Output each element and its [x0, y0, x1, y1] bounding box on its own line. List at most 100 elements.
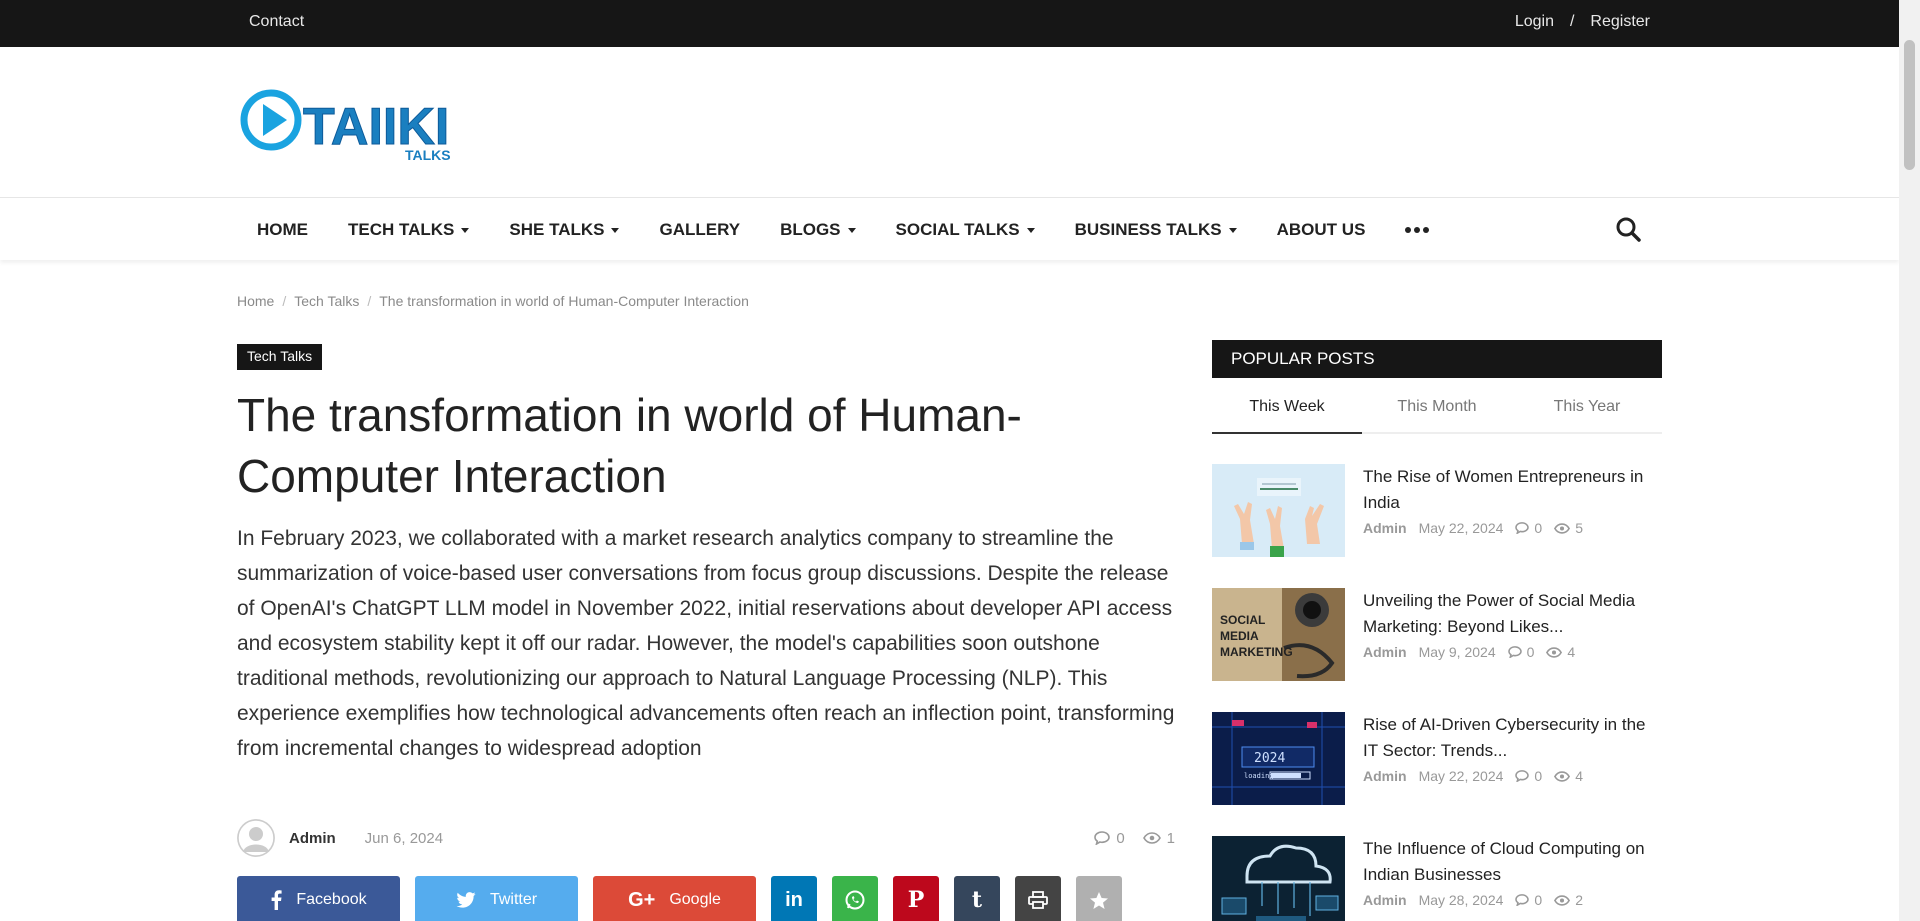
post-thumbnail[interactable] — [1212, 464, 1345, 557]
nav-label: TECH TALKS — [348, 219, 455, 239]
tab-this-month[interactable]: This Month — [1362, 390, 1512, 432]
breadcrumb-current: The transformation in world of Human-Com… — [379, 293, 749, 309]
comments-value: 0 — [1534, 768, 1543, 784]
login-link[interactable]: Login — [1515, 13, 1554, 31]
post-views: 2 — [1554, 892, 1583, 908]
view-count-value: 1 — [1166, 829, 1175, 847]
nav-item-she-talks[interactable]: SHE TALKS — [489, 198, 639, 261]
popular-posts-tabs: This Week This Month This Year — [1212, 390, 1662, 434]
comment-count: 0 — [1094, 829, 1125, 847]
post-meta: Admin May 22, 2024 0 4 — [1363, 768, 1662, 784]
post-author[interactable]: Admin — [1363, 768, 1407, 784]
tumblr-icon: t — [971, 887, 983, 913]
share-facebook-button[interactable]: Facebook — [237, 876, 400, 921]
publish-date: Jun 6, 2024 — [364, 829, 444, 847]
post-thumbnail[interactable]: SOCIAL MEDIA MARKETING — [1212, 588, 1345, 681]
comments-value: 0 — [1534, 520, 1543, 536]
popular-post-item[interactable]: The Influence of Cloud Computing on Indi… — [1212, 836, 1662, 921]
comment-icon — [1515, 770, 1530, 782]
nav-item-social-talks[interactable]: SOCIAL TALKS — [876, 198, 1055, 261]
caret-down-icon — [461, 228, 470, 233]
views-value: 4 — [1575, 768, 1583, 784]
contact-link[interactable]: Contact — [249, 13, 304, 31]
eye-icon — [1546, 646, 1563, 658]
scrollbar-thumb[interactable] — [1904, 40, 1915, 170]
post-title[interactable]: The Rise of Women Entrepreneurs in India — [1363, 464, 1662, 516]
post-body: The Influence of Cloud Computing on Indi… — [1363, 836, 1662, 921]
print-icon — [1028, 891, 1048, 909]
logo-subtext: TALKS — [405, 147, 451, 163]
auth-separator: / — [1569, 13, 1575, 30]
breadcrumb: Home / Tech Talks / The transformation i… — [237, 293, 749, 309]
share-whatsapp-button[interactable] — [832, 876, 878, 921]
post-thumbnail[interactable]: 2024 loading — [1212, 712, 1345, 805]
post-body: The Rise of Women Entrepreneurs in India… — [1363, 464, 1662, 588]
nav-menu: HOME TECH TALKS SHE TALKS GALLERY BLOGS … — [237, 198, 1449, 261]
nav-item-about-us[interactable]: ABOUT US — [1257, 198, 1386, 261]
search-button[interactable] — [1614, 215, 1642, 243]
share-tumblr-button[interactable]: t — [954, 876, 1000, 921]
pinterest-icon: P — [907, 887, 925, 913]
comments-value: 0 — [1534, 892, 1543, 908]
popular-post-item[interactable]: 2024 loading Rise of AI-Driven Cybersecu… — [1212, 712, 1662, 836]
post-thumbnail[interactable] — [1212, 836, 1345, 921]
svg-text:MEDIA: MEDIA — [1220, 629, 1259, 643]
share-linkedin-button[interactable]: in — [771, 876, 817, 921]
search-icon — [1616, 217, 1641, 242]
caret-down-icon — [1026, 228, 1035, 233]
category-badge[interactable]: Tech Talks — [237, 344, 323, 370]
post-title[interactable]: Unveiling the Power of Social Media Mark… — [1363, 588, 1662, 640]
popular-posts-heading: POPULAR POSTS — [1212, 340, 1662, 378]
share-pinterest-button[interactable]: P — [893, 876, 939, 921]
comment-count-value: 0 — [1116, 829, 1125, 847]
share-twitter-button[interactable]: Twitter — [415, 876, 578, 921]
post-title[interactable]: Rise of AI-Driven Cybersecurity in the I… — [1363, 712, 1662, 764]
print-button[interactable] — [1015, 876, 1061, 921]
popular-post-item[interactable]: SOCIAL MEDIA MARKETING Unveiling the Pow… — [1212, 588, 1662, 712]
tab-this-week[interactable]: This Week — [1212, 390, 1362, 434]
breadcrumb-category[interactable]: Tech Talks — [294, 293, 359, 309]
svg-text:2024: 2024 — [1254, 751, 1285, 766]
register-link[interactable]: Register — [1590, 13, 1650, 31]
post-title[interactable]: The Influence of Cloud Computing on Indi… — [1363, 836, 1662, 888]
article-stats: 0 1 — [1094, 830, 1175, 847]
breadcrumb-separator: / — [367, 293, 372, 309]
nav-label: GALLERY — [659, 219, 741, 239]
nav-item-business-talks[interactable]: BUSINESS TALKS — [1055, 198, 1257, 261]
nav-more-button[interactable] — [1385, 198, 1449, 261]
eye-icon — [1142, 832, 1161, 844]
nav-item-tech-talks[interactable]: TECH TALKS — [328, 198, 489, 261]
post-author[interactable]: Admin — [1363, 520, 1407, 536]
nav-item-gallery[interactable]: GALLERY — [639, 198, 760, 261]
whatsapp-icon — [845, 890, 865, 910]
author-name[interactable]: Admin — [289, 830, 336, 847]
breadcrumb-home[interactable]: Home — [237, 293, 274, 309]
post-meta: Admin May 28, 2024 0 2 — [1363, 892, 1662, 908]
main-navigation: HOME TECH TALKS SHE TALKS GALLERY BLOGS … — [0, 197, 1899, 260]
article-meta: Admin Jun 6, 2024 0 1 — [237, 818, 1175, 858]
favorite-button[interactable] — [1076, 876, 1122, 921]
post-date: May 22, 2024 — [1418, 768, 1504, 784]
page-scrollbar[interactable] — [1899, 0, 1920, 921]
twitter-icon — [456, 892, 476, 908]
post-author[interactable]: Admin — [1363, 644, 1407, 660]
site-logo[interactable]: TAIIKI TALKS — [237, 86, 477, 166]
google-plus-icon: G+ — [628, 888, 656, 911]
comment-icon — [1515, 522, 1530, 534]
nav-label: SHE TALKS — [509, 219, 605, 239]
nav-item-blogs[interactable]: BLOGS — [760, 198, 875, 261]
post-comments: 0 — [1515, 520, 1542, 536]
eye-icon — [1554, 522, 1571, 534]
user-icon — [237, 819, 275, 857]
popular-post-item[interactable]: The Rise of Women Entrepreneurs in India… — [1212, 464, 1662, 588]
svg-text:SOCIAL: SOCIAL — [1220, 613, 1265, 627]
post-views: 4 — [1554, 768, 1583, 784]
author-avatar[interactable] — [237, 819, 275, 857]
post-author[interactable]: Admin — [1363, 892, 1407, 908]
nav-item-home[interactable]: HOME — [237, 198, 328, 261]
nav-label: BUSINESS TALKS — [1074, 219, 1222, 239]
svg-text:MARKETING: MARKETING — [1220, 645, 1293, 659]
share-google-button[interactable]: G+ Google — [593, 876, 756, 921]
star-icon — [1090, 891, 1108, 909]
tab-this-year[interactable]: This Year — [1512, 390, 1662, 432]
